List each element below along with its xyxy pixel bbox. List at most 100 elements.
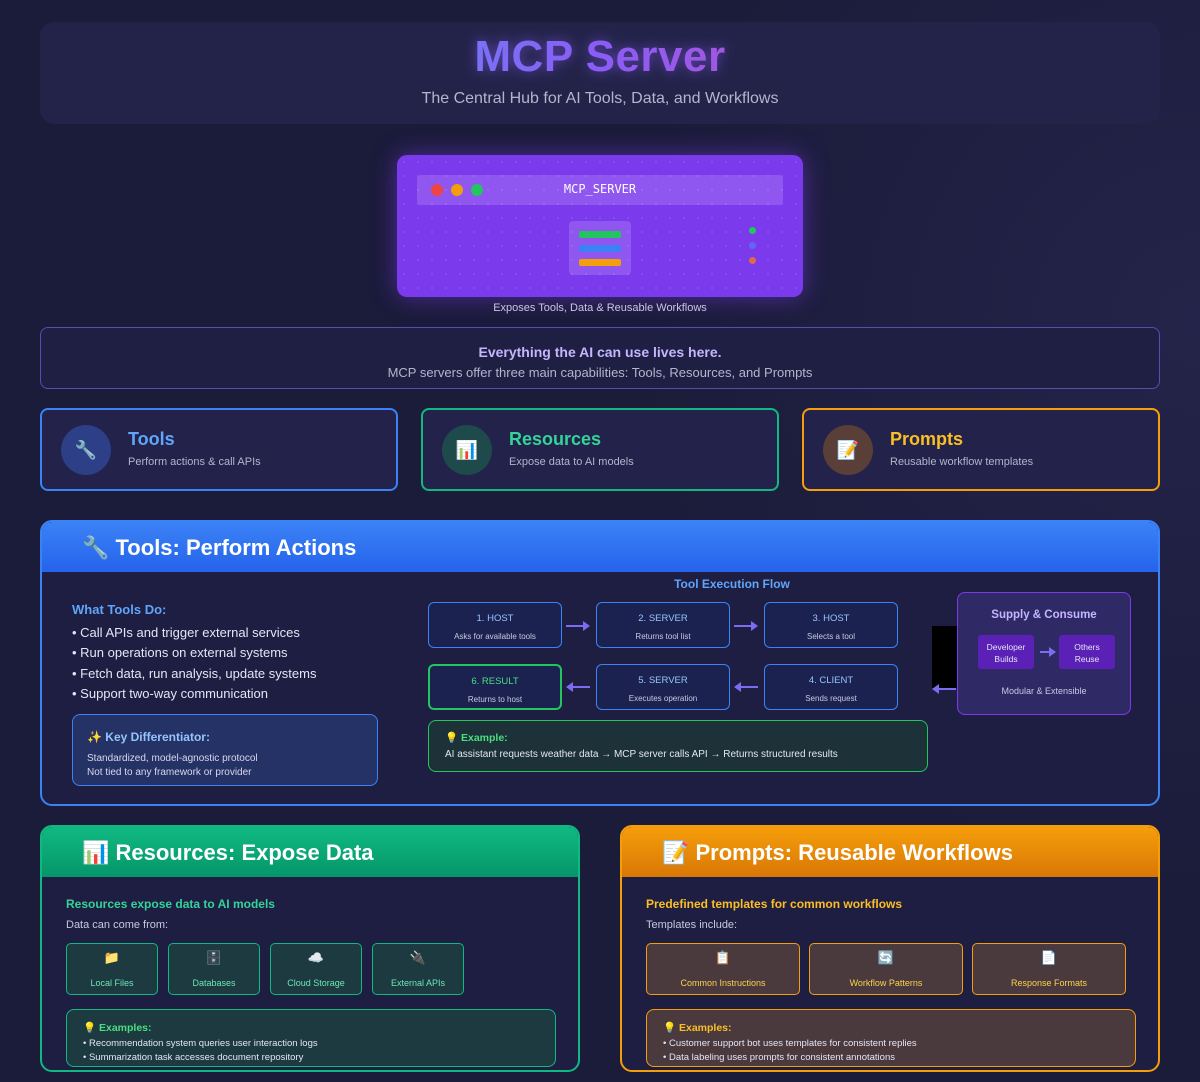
capabilities-banner: Everything the AI can use lives here. MC… [40,327,1160,389]
source-label: External APIs [390,978,446,988]
template-label: Common Instructions [680,978,766,988]
capability-title: Tools [128,429,175,449]
server-caption: Exposes Tools, Data & Reusable Workflows [493,302,707,314]
template-response-formats: 📄 Response Formats [972,943,1126,995]
differentiator-line: Not tied to any framework or provider [87,767,252,778]
resources-intro: Data can come from: [66,919,169,931]
source-local-files: 📁 Local Files [66,943,158,995]
wrench-icon: 🔧 [61,425,111,475]
flow-step: 4. CLIENT Sends request [764,664,898,710]
flow-step: 3. HOST Selects a tool [764,602,898,648]
flow-step: 1. HOST Asks for available tools [428,602,562,648]
server-title-bar: MCP_SERVER [417,175,783,205]
template-workflow-patterns: 🔄 Workflow Patterns [809,943,963,995]
step-title: 3. HOST [812,613,850,624]
server-stack-icon [569,221,631,275]
developer-builds-box: Developer Builds [978,635,1034,669]
step-title: 2. SERVER [638,613,688,624]
source-cloud-storage: ☁️ Cloud Storage [270,943,362,995]
resources-panel: 📊 Resources: Expose Data Resources expos… [40,825,580,1072]
clipboard-icon: 📋 [714,950,732,965]
tools-panel-header: 🔧 Tools: Perform Actions [42,522,1158,572]
others-reuse-box: Others Reuse [1059,635,1115,669]
tools-example-box: 💡 Example: AI assistant requests weather… [428,720,928,772]
connector-block [932,626,958,688]
examples-heading: 💡 Examples: [83,1022,152,1034]
banner-headline: Everything the AI can use lives here. [478,344,722,360]
mcp-server-illustration: MCP_SERVER [397,155,803,297]
arrow-right-icon [734,621,758,631]
source-databases: 🗄️ Databases [168,943,260,995]
flow-step: 5. SERVER Executes operation [596,664,730,710]
step-desc: Selects a tool [806,632,856,641]
examples-heading: 💡 Examples: [663,1022,732,1034]
document-icon: 📄 [1040,950,1058,965]
prompts-panel: 📝 Prompts: Reusable Workflows Predefined… [620,825,1160,1072]
source-label: Local Files [90,978,134,988]
example-text: AI assistant requests weather data → MCP… [445,749,838,760]
resources-examples-box: 💡 Examples: • Recommendation system quer… [66,1009,556,1067]
source-label: Databases [192,978,236,988]
resources-panel-title: 📊 Resources: Expose Data [82,840,374,865]
flow-title: Tool Execution Flow [674,577,790,591]
supply-footer: Modular & Extensible [1001,686,1087,696]
template-label: Workflow Patterns [849,978,923,988]
step-desc: Executes operation [628,694,698,703]
prompts-panel-title: 📝 Prompts: Reusable Workflows [662,840,1013,865]
folder-icon: 📁 [103,950,121,965]
tools-panel-title: 🔧 Tools: Perform Actions [82,535,357,560]
capability-desc: Expose data to AI models [509,456,634,468]
step-title: 4. CLIENT [808,675,854,686]
flow-step-result: 6. RESULT Returns to host [428,664,562,710]
banner-text: MCP servers offer three main capabilitie… [387,365,813,380]
arrow-right-icon [1040,647,1056,657]
step-desc: Sends request [805,694,857,703]
status-light-icon [749,257,756,264]
prompts-subheading: Predefined templates for common workflow… [646,897,903,911]
database-icon: 🗄️ [205,950,223,965]
refresh-icon: 🔄 [877,950,895,965]
list-item: • Run operations on external systems [72,645,288,660]
prompts-examples-box: 💡 Examples: • Customer support bot uses … [646,1009,1136,1067]
tools-panel: 🔧 Tools: Perform Actions What Tools Do: … [40,520,1160,806]
bar-chart-icon: 📊 [442,425,492,475]
resources-subheading: Resources expose data to AI models [66,897,275,911]
supply-heading: Supply & Consume [991,609,1097,621]
status-light-icon [749,242,756,249]
what-tools-do-heading: What Tools Do: [72,602,167,617]
capability-desc: Reusable workflow templates [890,456,1034,468]
prompts-intro: Templates include: [646,919,738,931]
differentiator-line: Standardized, model-agnostic protocol [87,753,258,764]
capability-title: Prompts [890,429,964,449]
list-item: • Customer support bot uses templates fo… [663,1038,917,1049]
arrow-left-icon [932,684,956,694]
resources-panel-header: 📊 Resources: Expose Data [42,827,578,877]
list-item: • Summarization task accesses document r… [83,1052,304,1063]
source-external-apis: 🔌 External APIs [372,943,464,995]
step-title: 5. SERVER [638,675,688,686]
cloud-icon: ☁️ [307,950,325,965]
server-name: MCP_SERVER [563,182,637,196]
list-item: • Call APIs and trigger external service… [72,625,300,640]
memo-icon: 📝 [823,425,873,475]
capability-title: Resources [509,429,602,449]
list-item: • Recommendation system queries user int… [83,1038,318,1049]
page-subtitle: The Central Hub for AI Tools, Data, and … [421,90,779,107]
flow-step: 2. SERVER Returns tool list [596,602,730,648]
arrow-right-icon [566,621,590,631]
key-differentiator-box: ✨ Key Differentiator: Standardized, mode… [72,714,378,786]
arrow-left-icon [566,682,590,692]
capability-card-resources: 📊 Resources Expose data to AI models [421,408,779,491]
list-item: • Fetch data, run analysis, update syste… [72,666,317,681]
step-desc: Asks for available tools [454,632,536,641]
list-item: • Support two-way communication [72,686,269,701]
status-light-icon [749,227,756,234]
step-title: 1. HOST [476,613,514,624]
example-heading: 💡 Example: [445,732,508,744]
step-title: 6. RESULT [471,676,519,687]
step-desc: Returns to host [467,695,523,704]
plug-icon: 🔌 [409,950,427,965]
page-title: MCP Server [40,32,1160,82]
template-label: Response Formats [1010,978,1088,988]
supply-consume-box: Supply & Consume Developer Builds Others… [957,592,1131,715]
